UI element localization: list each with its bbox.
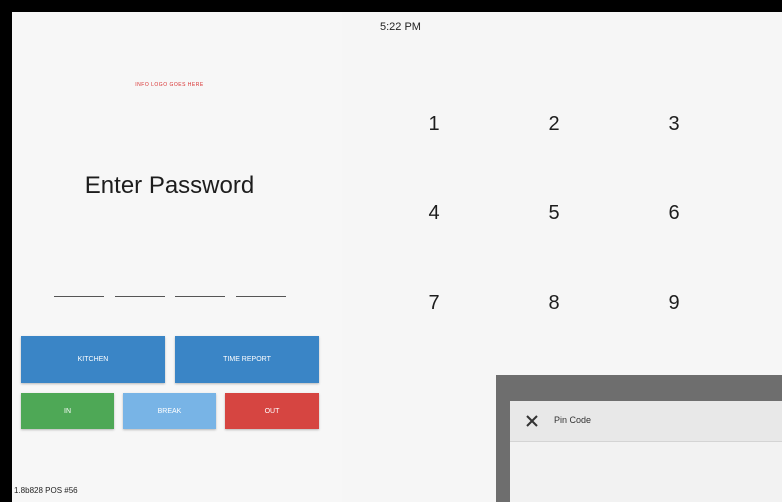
pos-screen: INFO LOGO GOES HERE Enter Password KITCH… — [12, 12, 782, 502]
keypad-key-8[interactable]: 8 — [534, 288, 574, 318]
close-icon[interactable] — [524, 413, 540, 429]
pin-slot — [175, 296, 225, 297]
dialog-title: Pin Code — [554, 415, 592, 425]
keypad-key-1[interactable]: 1 — [414, 109, 454, 139]
login-panel: INFO LOGO GOES HERE Enter Password KITCH… — [12, 12, 342, 502]
dialog-header: Pin Code — [510, 401, 782, 442]
version-label: 1.8b828 POS #56 — [14, 486, 78, 495]
break-button[interactable]: BREAK — [123, 393, 216, 429]
dialog-overlay: Pin Code — [496, 375, 782, 502]
keypad-key-6[interactable]: 6 — [654, 198, 694, 228]
time-report-button[interactable]: TIME REPORT — [175, 336, 319, 383]
keypad-key-3[interactable]: 3 — [654, 109, 694, 139]
keypad-key-9[interactable]: 9 — [654, 288, 694, 318]
pin-slot — [54, 296, 104, 297]
clock: 5:22 PM — [380, 21, 421, 33]
keypad-key-2[interactable]: 2 — [534, 109, 574, 139]
pin-code-dialog: Pin Code — [510, 401, 782, 502]
keypad-key-7[interactable]: 7 — [414, 288, 454, 318]
keypad-key-5[interactable]: 5 — [534, 198, 574, 228]
pin-slot — [115, 296, 165, 297]
page-title: Enter Password — [84, 172, 255, 199]
pin-slot — [236, 296, 286, 297]
clock-in-button[interactable]: IN — [21, 393, 114, 429]
logo: INFO LOGO GOES HERE — [135, 82, 204, 88]
keypad-key-4[interactable]: 4 — [414, 198, 454, 228]
kitchen-button[interactable]: KITCHEN — [21, 336, 165, 383]
clock-out-button[interactable]: OUT — [225, 393, 319, 429]
